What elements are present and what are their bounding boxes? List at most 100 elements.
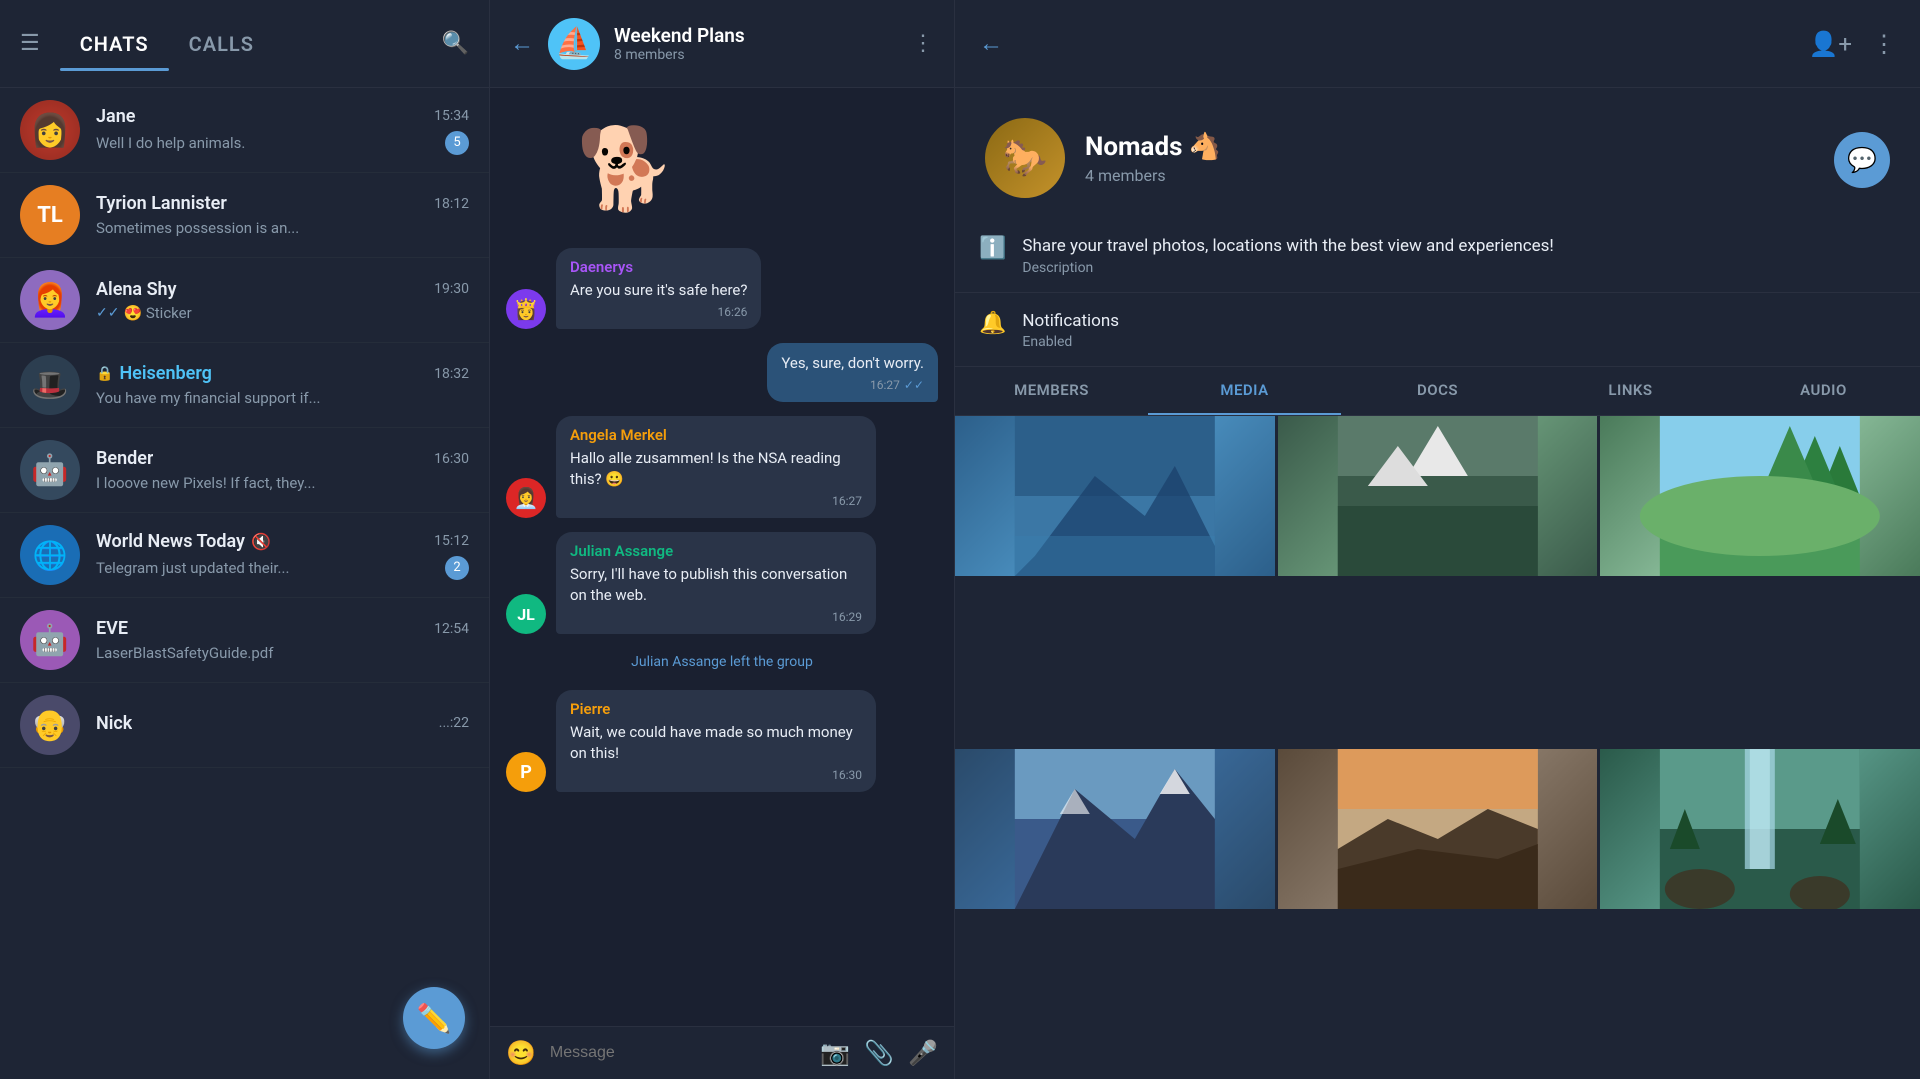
chat-info: Nick ...:22: [96, 713, 469, 738]
description-content: Share your travel photos, locations with…: [1022, 234, 1553, 276]
message-text: Hallo alle zusammen! Is the NSA reading …: [570, 448, 862, 490]
chat-subtitle: 8 members: [614, 47, 745, 63]
media-item[interactable]: [1278, 749, 1598, 909]
notifications-title: Notifications: [1022, 309, 1119, 335]
chat-title: Weekend Plans: [614, 24, 745, 47]
mic-icon[interactable]: 🎤: [908, 1039, 938, 1067]
message-row: 👩‍💼 Angela Merkel Hallo alle zusammen! I…: [506, 416, 938, 518]
chat-fab-button[interactable]: 💬: [1834, 132, 1890, 188]
list-item[interactable]: 🤖 Bender 16:30 I looove new Pixels! If f…: [0, 428, 489, 513]
media-grid: [955, 416, 1920, 1079]
message-time: 16:27 ✓✓: [781, 378, 924, 392]
message-row: Yes, sure, don't worry. 16:27 ✓✓: [506, 343, 938, 402]
message-row: JL Julian Assange Sorry, I'll have to pu…: [506, 532, 938, 634]
tab-audio[interactable]: AUDIO: [1727, 367, 1920, 415]
chat-header: ← ⛵ Weekend Plans 8 members ⋮: [490, 0, 954, 88]
chat-time: 15:12: [434, 533, 469, 549]
sticker-message: 🐕: [506, 104, 938, 234]
notifications-section[interactable]: 🔔 Notifications Enabled: [955, 293, 1920, 368]
chat-name: Tyrion Lannister: [96, 193, 227, 214]
chat-info: Alena Shy 19:30 ✓✓ 😍 Sticker: [96, 279, 469, 322]
group-members: 4 members: [1085, 166, 1221, 185]
chat-name: Nick: [96, 713, 132, 734]
sender-name: Angela Merkel: [570, 426, 862, 444]
sender-name: Daenerys: [570, 258, 747, 276]
sender-avatar: 👩‍💼: [506, 478, 546, 518]
back-button[interactable]: ←: [510, 29, 534, 58]
message-text: Are you sure it's safe here?: [570, 280, 747, 301]
chat-name: Jane: [96, 106, 135, 127]
media-item[interactable]: [1600, 749, 1920, 909]
list-item[interactable]: TL Tyrion Lannister 18:12 Sometimes poss…: [0, 173, 489, 258]
chat-name: Heisenberg: [119, 363, 211, 384]
group-header-avatar: ⛵: [548, 18, 600, 70]
avatar: 🤖: [20, 610, 80, 670]
search-icon[interactable]: 🔍: [442, 31, 469, 56]
tab-calls[interactable]: CALLS: [169, 22, 274, 66]
tab-members[interactable]: MEMBERS: [955, 367, 1148, 415]
tab-chats[interactable]: CHATS: [60, 22, 169, 66]
back-button[interactable]: ←: [979, 29, 1003, 58]
chat-preview: LaserBlastSafetyGuide.pdf: [96, 644, 273, 662]
sender-name: Pierre: [570, 700, 862, 718]
more-options-icon[interactable]: ⋮: [1872, 30, 1896, 58]
media-item[interactable]: [955, 416, 1275, 576]
camera-icon[interactable]: 📷: [820, 1039, 850, 1067]
notifications-content: Notifications Enabled: [1022, 309, 1119, 351]
media-item[interactable]: [1600, 416, 1920, 576]
avatar: 👩: [20, 100, 80, 160]
list-item[interactable]: 👩‍🦰 Alena Shy 19:30 ✓✓ 😍 Sticker: [0, 258, 489, 343]
right-header: ← 👤+ ⋮: [955, 0, 1920, 88]
media-item[interactable]: [955, 749, 1275, 909]
hamburger-icon[interactable]: ☰: [20, 31, 40, 56]
chat-preview: I looove new Pixels! If fact, they...: [96, 474, 315, 492]
chat-preview: Sometimes possession is an...: [96, 219, 299, 237]
list-item[interactable]: 👴 Nick ...:22: [0, 683, 489, 768]
right-panel: ← 👤+ ⋮ 🐎 Nomads 🐴 4 members 💬 ℹ️ Share y…: [955, 0, 1920, 1079]
chat-info: Bender 16:30 I looove new Pixels! If fac…: [96, 448, 469, 492]
chat-time: 15:34: [434, 108, 469, 124]
avatar: 🎩: [20, 355, 80, 415]
chat-name: World News Today: [96, 531, 245, 552]
tab-links[interactable]: LINKS: [1534, 367, 1727, 415]
chat-time: ...:22: [439, 715, 469, 731]
description-text: Share your travel photos, locations with…: [1022, 234, 1553, 260]
media-tabs-row: MEMBERS MEDIA DOCS LINKS AUDIO: [955, 367, 1920, 416]
list-item[interactable]: 🤖 EVE 12:54 LaserBlastSafetyGuide.pdf: [0, 598, 489, 683]
message-input-area: 😊 📷 📎 🎤: [490, 1026, 954, 1079]
left-header: ☰ CHATS CALLS 🔍: [0, 0, 489, 88]
message-time: 16:27: [570, 494, 862, 508]
chat-preview: Well I do help animals.: [96, 134, 245, 152]
unread-badge: 5: [445, 131, 469, 155]
message-bubble: Pierre Wait, we could have made so much …: [556, 690, 876, 792]
list-item[interactable]: 🌐 World News Today 🔇 15:12 Telegram just…: [0, 513, 489, 598]
read-tick: ✓✓: [96, 305, 119, 321]
message-input[interactable]: [550, 1044, 806, 1062]
attach-icon[interactable]: 📎: [864, 1039, 894, 1067]
group-name: Nomads 🐴: [1085, 132, 1221, 162]
chat-name: Alena Shy: [96, 279, 177, 300]
message-row: P Pierre Wait, we could have made so muc…: [506, 690, 938, 792]
chat-time: 18:12: [434, 196, 469, 212]
media-item[interactable]: [1278, 416, 1598, 576]
tab-media[interactable]: MEDIA: [1148, 367, 1341, 415]
notifications-status: Enabled: [1022, 334, 1119, 350]
compose-button[interactable]: ✏️: [403, 987, 465, 1049]
chat-time: 19:30: [434, 281, 469, 297]
avatar: 👩‍🦰: [20, 270, 80, 330]
chat-info: 🔒 Heisenberg 18:32 You have my financial…: [96, 363, 469, 407]
list-item[interactable]: 🎩 🔒 Heisenberg 18:32 You have my financi…: [0, 343, 489, 428]
message-bubble: Daenerys Are you sure it's safe here? 16…: [556, 248, 761, 329]
avatar: TL: [20, 185, 80, 245]
emoji-icon[interactable]: 😊: [506, 1039, 536, 1067]
unread-badge: 2: [445, 556, 469, 580]
group-avatar: 🐎: [985, 118, 1065, 198]
chat-time: 18:32: [434, 366, 469, 382]
info-icon: ℹ️: [979, 236, 1006, 261]
more-options-icon[interactable]: ⋮: [912, 31, 934, 56]
list-item[interactable]: 👩 Jane 15:34 Well I do help animals. 5: [0, 88, 489, 173]
message-time: 16:26: [570, 305, 747, 319]
add-member-icon[interactable]: 👤+: [1809, 30, 1853, 58]
tab-docs[interactable]: DOCS: [1341, 367, 1534, 415]
chat-header-actions: ⋮: [912, 31, 934, 56]
